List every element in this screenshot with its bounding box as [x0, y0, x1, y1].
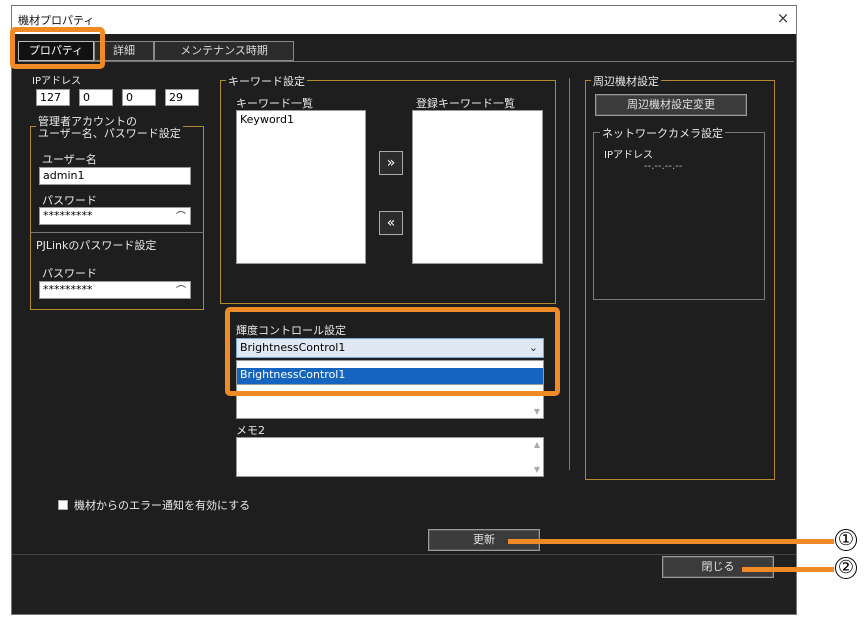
admin-title-line2: ユーザー名、パスワード設定 — [38, 127, 181, 140]
callout-number-1: ① — [835, 529, 857, 551]
scroll-up-icon[interactable]: ▲ — [534, 440, 540, 449]
scroll-down-icon[interactable]: ▼ — [534, 465, 540, 474]
ip-octet-2[interactable]: 0 — [79, 89, 113, 106]
ip-label: IPアドレス — [32, 76, 81, 87]
error-notify-checkbox[interactable] — [58, 500, 68, 510]
ip-octet-4[interactable]: 29 — [165, 89, 199, 106]
pjlink-title: PJLinkのパスワード設定 — [36, 239, 157, 252]
show-pjlink-password-icon[interactable]: ⌒ — [176, 284, 186, 300]
keyword-list[interactable]: Keyword1 — [236, 110, 366, 264]
ip-octet-1[interactable]: 127 — [36, 89, 70, 106]
column-divider — [569, 78, 570, 470]
callout-number-2: ② — [835, 557, 857, 579]
registered-keyword-label: 登録キーワード一覧 — [416, 97, 515, 110]
ip-octet-3[interactable]: 0 — [122, 89, 156, 106]
show-password-icon[interactable]: ⌒ — [176, 210, 186, 226]
pjlink-password-field[interactable]: ********* ⌒ — [39, 281, 191, 299]
brightness-highlight — [225, 307, 560, 396]
admin-password-value: ********* — [43, 209, 93, 222]
tab-divider — [18, 61, 794, 62]
add-keyword-button[interactable]: » — [379, 151, 403, 175]
tab-highlight — [10, 27, 105, 69]
admin-password-label: パスワード — [42, 194, 97, 207]
callout-line-1 — [508, 539, 834, 544]
memo2-field[interactable]: ▲ ▼ — [236, 437, 544, 477]
title-bar: 機材プロパティ × — [12, 6, 796, 34]
username-field[interactable]: admin1 — [39, 167, 191, 185]
peripheral-group-title: 周辺機材設定 — [591, 73, 661, 89]
tab-maintenance[interactable]: メンテナンス時期 — [154, 41, 294, 61]
camera-ip-value: --.--.--.-- — [644, 161, 683, 172]
pjlink-password-label: パスワード — [42, 267, 97, 280]
error-notify-label: 機材からのエラー通知を有効にする — [74, 499, 251, 512]
admin-group-title: 管理者アカウントの ユーザー名、パスワード設定 — [36, 116, 183, 140]
close-window-icon[interactable]: × — [774, 9, 792, 29]
pjlink-password-value: ********* — [43, 283, 93, 296]
keyword-group-title: キーワード設定 — [226, 73, 307, 89]
window-title: 機材プロパティ — [18, 14, 95, 27]
callout-line-2 — [742, 567, 834, 572]
network-camera-title: ネットワークカメラ設定 — [600, 125, 725, 141]
registered-keyword-list[interactable] — [412, 110, 543, 264]
scroll-down-icon[interactable]: ▼ — [534, 407, 540, 416]
peripheral-change-button[interactable]: 周辺機材設定変更 — [595, 94, 747, 116]
admin-password-field[interactable]: ********* ⌒ — [39, 207, 191, 225]
keyword-list-label: キーワード一覧 — [236, 97, 313, 110]
memo2-label: メモ2 — [236, 424, 265, 437]
list-item[interactable]: Keyword1 — [240, 113, 362, 126]
username-label: ユーザー名 — [42, 153, 97, 166]
remove-keyword-button[interactable]: « — [379, 211, 403, 235]
pjlink-divider — [30, 232, 204, 233]
camera-ip-label: IPアドレス — [604, 150, 653, 161]
